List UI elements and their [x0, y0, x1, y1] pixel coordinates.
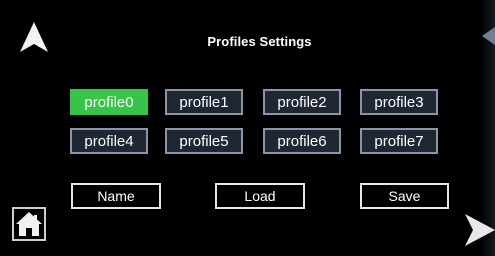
- profile-button-1[interactable]: profile1: [165, 89, 243, 115]
- home-button[interactable]: [12, 207, 46, 241]
- profile-button-2[interactable]: profile2: [263, 89, 341, 115]
- right-arrow-icon: [465, 214, 495, 246]
- nav-next-button[interactable]: [463, 210, 495, 250]
- profile-button-7[interactable]: profile7: [360, 128, 438, 154]
- home-icon: [16, 212, 42, 236]
- name-button[interactable]: Name: [71, 183, 161, 209]
- profile-button-3[interactable]: profile3: [360, 89, 438, 115]
- save-button[interactable]: Save: [360, 183, 449, 209]
- profile-button-0[interactable]: profile0: [70, 89, 148, 115]
- page-title: Profiles Settings: [207, 34, 312, 49]
- profile-button-5[interactable]: profile5: [165, 128, 243, 154]
- load-button[interactable]: Load: [215, 183, 305, 209]
- profile-button-4[interactable]: profile4: [70, 128, 148, 154]
- profiles-settings-screen: Profiles Settings profile0 profile1 prof…: [0, 0, 495, 256]
- profile-button-6[interactable]: profile6: [263, 128, 341, 154]
